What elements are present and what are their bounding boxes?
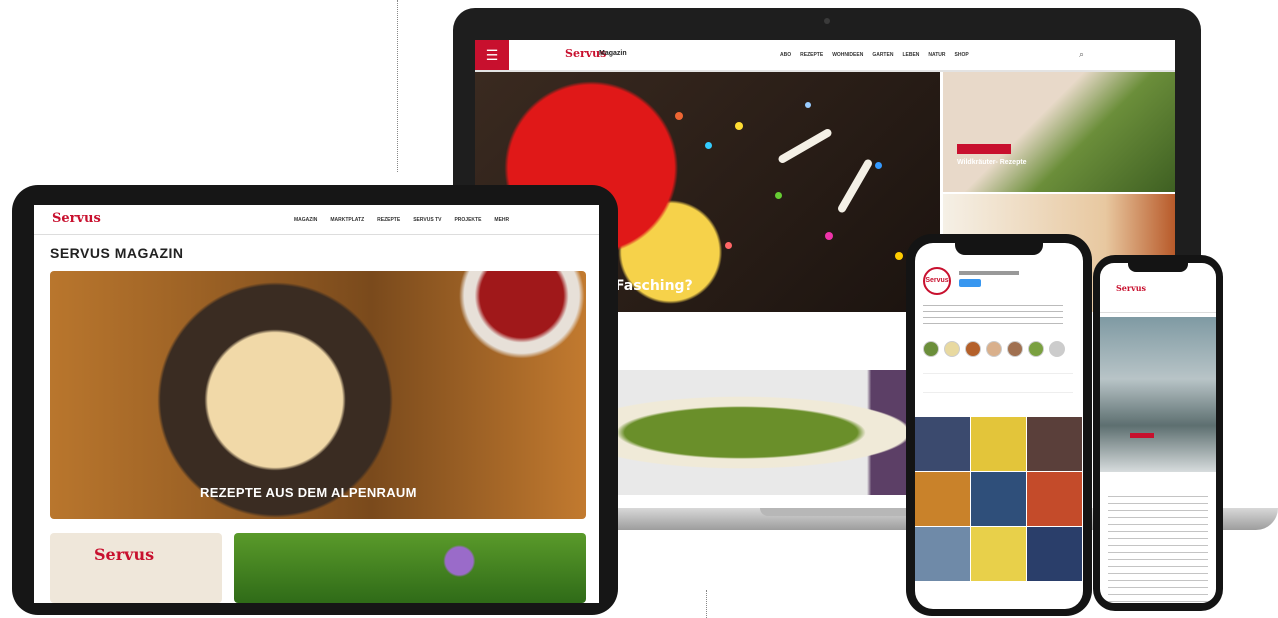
tablet-hero-image[interactable]: REZEPTE AUS DEM ALPENRAUM	[50, 271, 586, 519]
phone-notch	[955, 243, 1043, 255]
highlight-circle[interactable]	[965, 341, 981, 357]
laptop-nav-links: ABO REZEPTE WOHNIDEEN GARTEN LEBEN NATUR…	[780, 52, 969, 58]
hamburger-menu-icon[interactable]: ☰	[475, 40, 509, 70]
profile-name	[959, 271, 1019, 275]
confetti-dot	[775, 192, 782, 199]
phone-instagram-screen: Servus	[915, 243, 1083, 609]
laptop-logo-sub: Magazin	[599, 50, 627, 57]
post-thumbnail[interactable]	[915, 472, 970, 526]
highlight-circle[interactable]	[1028, 341, 1044, 357]
tablet-nav-link[interactable]: MEHR	[494, 217, 509, 223]
tablet-nav-link[interactable]: PROJEKTE	[454, 217, 481, 223]
laptop-nav-link[interactable]: ABO	[780, 52, 791, 58]
magazine-cover-logo: Servus	[94, 545, 155, 564]
profile-bio	[923, 303, 1063, 327]
post-thumbnail[interactable]	[915, 527, 970, 581]
confetti-dot	[735, 122, 743, 130]
post-thumbnail[interactable]	[1027, 472, 1082, 526]
post-thumbnail[interactable]	[971, 417, 1026, 471]
tablet-page-title: SERVUS MAGAZIN	[50, 245, 184, 261]
confetti-dot	[725, 242, 732, 249]
laptop-nav-link[interactable]: REZEPTE	[800, 52, 823, 58]
highlight-circle[interactable]	[986, 341, 1002, 357]
party-whistle	[836, 158, 874, 214]
tablet-navbar: Servus MAGAZIN MARKTPLATZ REZEPTE SERVUS…	[34, 205, 599, 235]
tablet-nav-link[interactable]: MAGAZIN	[294, 217, 317, 223]
side-article-title[interactable]: Wildkräuter- Rezepte	[957, 158, 1037, 168]
tablet-nav-link[interactable]: SERVUS TV	[413, 217, 441, 223]
tablet-screen: Servus MAGAZIN MARKTPLATZ REZEPTE SERVUS…	[34, 205, 599, 603]
tablet-nav-links: MAGAZIN MARKTPLATZ REZEPTE SERVUS TV PRO…	[294, 217, 509, 223]
phone-web-hero-image[interactable]	[1100, 317, 1216, 472]
phone-notch	[1128, 263, 1188, 272]
laptop-hero-title[interactable]: Fasching?	[615, 278, 693, 294]
tablet-nav-link[interactable]: MARKTPLATZ	[330, 217, 364, 223]
post-grid	[915, 417, 1083, 581]
follow-button[interactable]	[959, 279, 981, 287]
laptop-nav-link[interactable]: WOHNIDEEN	[832, 52, 863, 58]
story-highlights	[923, 341, 1065, 357]
laptop-nav-link[interactable]: GARTEN	[872, 52, 893, 58]
laptop-nav-link[interactable]: NATUR	[928, 52, 945, 58]
tablet-hero-title[interactable]: REZEPTE AUS DEM ALPENRAUM	[200, 485, 417, 500]
dotted-divider-bottom	[706, 590, 707, 618]
tablet-nav-link[interactable]: REZEPTE	[377, 217, 400, 223]
dotted-divider-top	[397, 0, 398, 172]
confetti-dot	[875, 162, 882, 169]
phone-web-navbar	[1100, 305, 1216, 313]
search-icon[interactable]: ⌕	[1079, 49, 1084, 60]
post-thumbnail[interactable]	[915, 417, 970, 471]
confetti-dot	[825, 232, 833, 240]
post-thumbnail[interactable]	[971, 527, 1026, 581]
highlight-circle[interactable]	[1007, 341, 1023, 357]
confetti-dot	[805, 102, 811, 108]
post-thumbnail[interactable]	[1027, 527, 1082, 581]
tablet-card-magazine[interactable]: Servus	[50, 533, 222, 603]
phone-web-article-text	[1108, 493, 1208, 603]
laptop-side-article-1[interactable]: Wildkräuter- Rezepte	[943, 72, 1175, 192]
party-whistle	[777, 127, 833, 165]
profile-stats	[923, 373, 1073, 393]
highlight-circle[interactable]	[944, 341, 960, 357]
confetti-dot	[705, 142, 712, 149]
highlight-circle[interactable]	[923, 341, 939, 357]
category-badge	[1130, 433, 1154, 438]
tablet-logo[interactable]: Servus	[52, 211, 101, 226]
laptop-navbar: ☰ Servus Magazin ABO REZEPTE WOHNIDEEN G…	[475, 40, 1175, 72]
confetti-dot	[895, 252, 903, 260]
confetti-dot	[675, 112, 683, 120]
phone-web-screen: Servus	[1100, 263, 1216, 603]
laptop-hinge-notch	[760, 508, 930, 516]
laptop-nav-link[interactable]: LEBEN	[902, 52, 919, 58]
phone-web-logo[interactable]: Servus	[1116, 283, 1146, 293]
laptop-nav-link[interactable]: SHOP	[955, 52, 969, 58]
post-thumbnail[interactable]	[971, 472, 1026, 526]
profile-avatar[interactable]: Servus	[923, 267, 951, 295]
tablet-card-nature[interactable]	[234, 533, 586, 603]
laptop-camera	[824, 18, 830, 24]
post-thumbnail[interactable]	[1027, 417, 1082, 471]
category-badge	[957, 144, 1011, 154]
highlight-circle[interactable]	[1049, 341, 1065, 357]
